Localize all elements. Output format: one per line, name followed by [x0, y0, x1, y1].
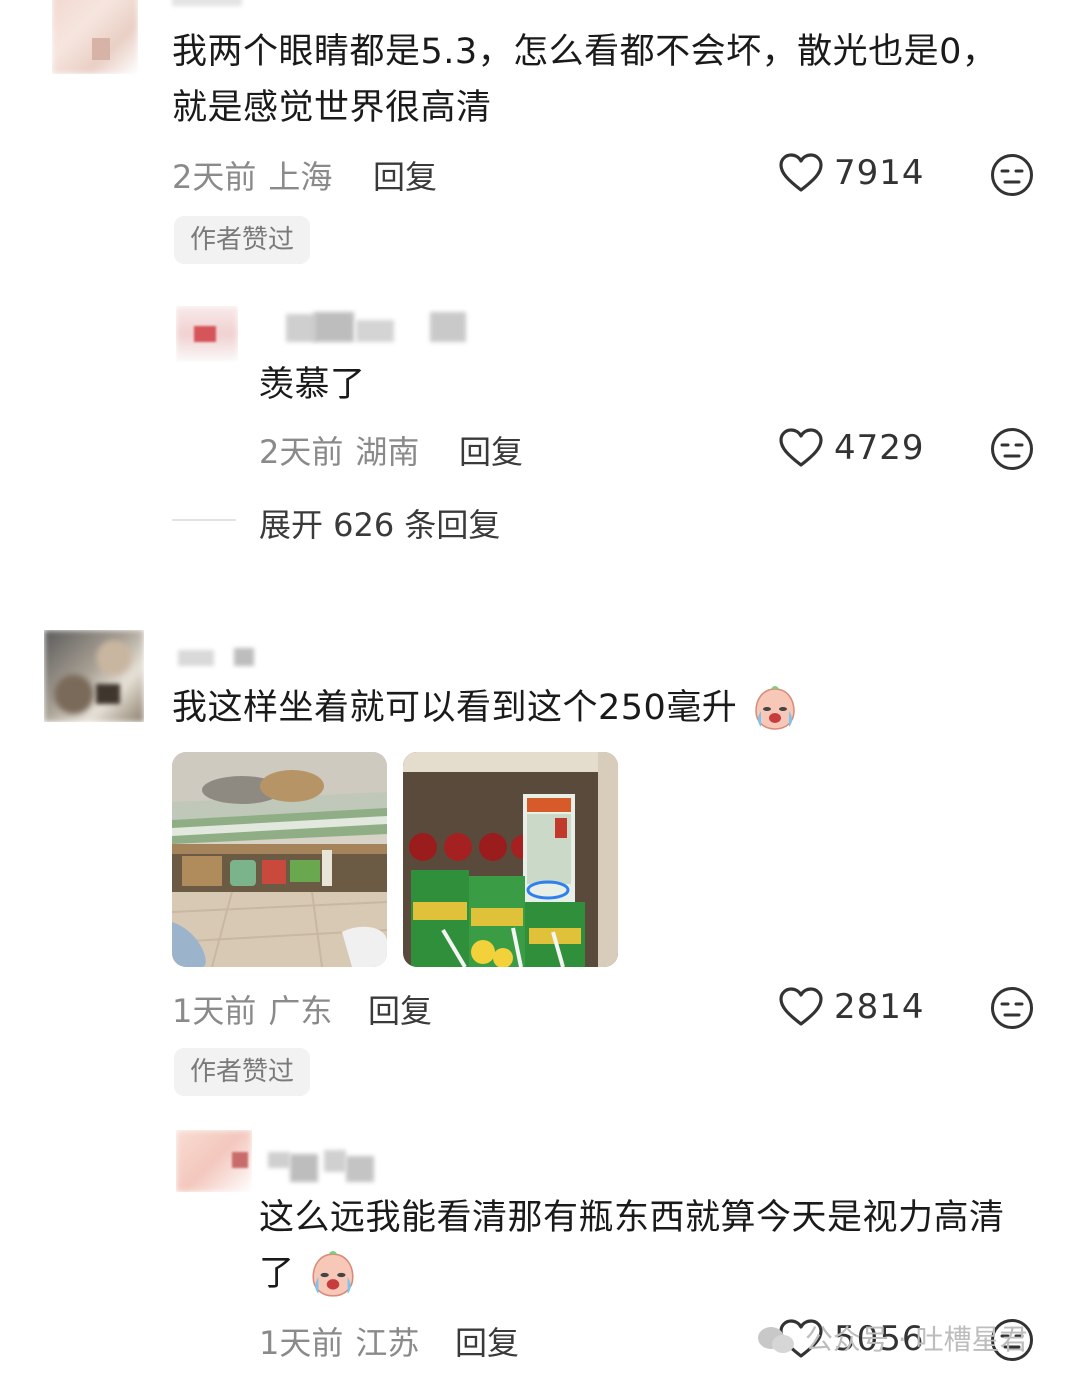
reply-location: 江苏	[355, 1324, 420, 1362]
like-button[interactable]: 4729	[778, 427, 925, 469]
reply-avatar[interactable]	[176, 306, 238, 362]
expand-divider	[172, 519, 236, 521]
author-liked-badge: 作者赞过	[174, 216, 311, 264]
comment-location: 广东	[268, 992, 333, 1030]
crying-face-emoji-icon	[751, 685, 799, 733]
reply-avatar[interactable]	[176, 1130, 252, 1192]
watermark-text: 公众号 · 吐槽星君	[804, 1323, 1028, 1356]
reply-button[interactable]: 回复	[368, 986, 432, 1032]
comment-image-bedroom[interactable]	[172, 752, 387, 967]
reply-username-blurred[interactable]	[268, 1150, 378, 1184]
like-count: 2814	[834, 987, 925, 1027]
dislike-face-icon[interactable]	[990, 986, 1034, 1030]
comment-meta: 1天前 广东	[172, 986, 332, 1032]
like-button[interactable]: 2814	[778, 986, 925, 1028]
comment-meta: 2天前 上海	[172, 152, 332, 198]
avatar[interactable]	[52, 0, 138, 74]
reply-meta: 1天前 江苏	[259, 1318, 419, 1364]
heart-icon	[779, 428, 823, 467]
wechat-icon	[758, 1327, 794, 1353]
like-count: 7914	[834, 153, 925, 193]
comment-time: 2天前	[172, 158, 257, 196]
comment-image-drinks[interactable]	[403, 752, 618, 967]
reply-meta: 2天前 湖南	[259, 427, 419, 473]
comment-time: 1天前	[172, 992, 257, 1030]
comment-text: 我这样坐着就可以看到这个250毫升	[172, 680, 799, 736]
crying-face-emoji-icon	[308, 1250, 358, 1300]
reply-time: 1天前	[259, 1324, 344, 1362]
reply-username-blurred[interactable]	[286, 312, 466, 342]
reply-button[interactable]: 回复	[455, 1318, 519, 1364]
dislike-face-icon[interactable]	[990, 427, 1034, 471]
reply-button[interactable]: 回复	[373, 152, 437, 198]
username-blurred[interactable]	[172, 0, 242, 6]
expand-replies-button[interactable]: 展开 626 条回复	[259, 500, 500, 546]
reply-text: 这么远我能看清那有瓶东西就算今天是视力高清了	[259, 1190, 1019, 1302]
avatar[interactable]	[44, 630, 144, 722]
reply-location: 湖南	[355, 433, 420, 471]
dislike-face-icon[interactable]	[990, 153, 1034, 197]
watermark: 公众号 · 吐槽星君	[756, 1318, 1028, 1358]
comment-text: 我两个眼睛都是5.3，怎么看都不会坏，散光也是0，就是感觉世界很高清	[172, 32, 998, 128]
heart-icon	[779, 153, 823, 192]
reply-text: 羡慕了	[259, 365, 366, 405]
like-button[interactable]: 7914	[778, 152, 925, 194]
reply-time: 2天前	[259, 433, 344, 471]
comment-location: 上海	[268, 158, 333, 196]
username-blurred[interactable]	[178, 648, 258, 668]
author-liked-badge: 作者赞过	[174, 1048, 311, 1096]
reply-button[interactable]: 回复	[459, 427, 523, 473]
like-count: 4729	[834, 428, 925, 468]
heart-icon	[779, 987, 823, 1026]
